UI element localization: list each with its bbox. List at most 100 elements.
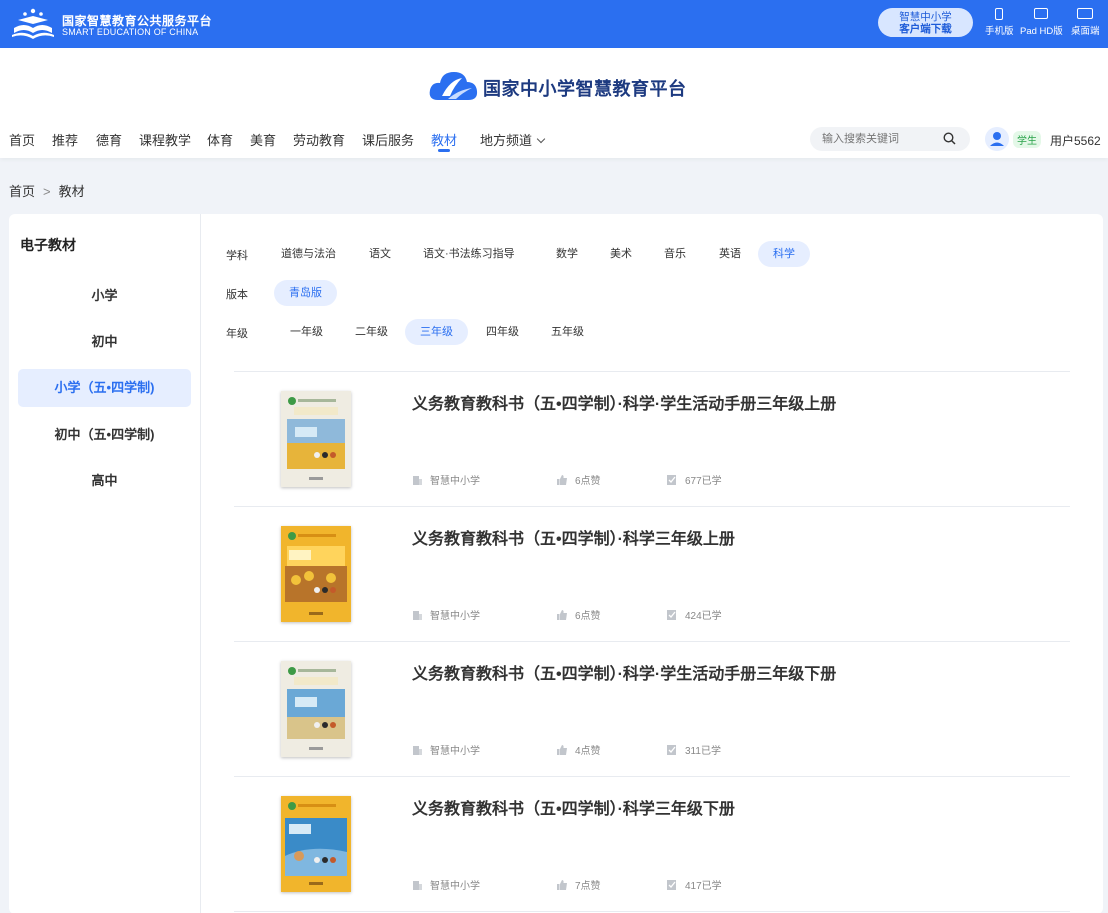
book-likes: 7点赞 bbox=[557, 877, 601, 892]
nav-labor[interactable]: 劳动教育 bbox=[293, 130, 345, 149]
breadcrumb-separator: > bbox=[43, 184, 51, 199]
book-title[interactable]: 义务教育教科书（五•四学制）·科学·学生活动手册三年级上册 bbox=[412, 390, 836, 414]
building-icon bbox=[413, 881, 422, 890]
book-learned: 424已学 bbox=[667, 607, 722, 622]
book-cover[interactable] bbox=[281, 526, 351, 622]
breadcrumb: 首页 > 教材 bbox=[9, 181, 85, 200]
book-source: 智慧中小学 bbox=[412, 742, 480, 757]
book-title[interactable]: 义务教育教科书（五•四学制）·科学三年级下册 bbox=[412, 795, 735, 819]
nav-moral[interactable]: 德育 bbox=[96, 130, 122, 149]
device-phone-label: 手机版 bbox=[985, 26, 1014, 37]
subject-chip[interactable]: 道德与法治 bbox=[266, 241, 351, 267]
book-likes: 6点赞 bbox=[557, 472, 601, 487]
book-learned-label: 311已学 bbox=[685, 746, 721, 757]
nav-local-channel[interactable]: 地方频道 bbox=[480, 130, 546, 149]
client-download-button[interactable]: 智慧中小学 客户端下载 bbox=[878, 8, 973, 37]
nav-local-channel-label: 地方频道 bbox=[480, 133, 533, 148]
textbook-panel: 电子教材 小学 初中 小学（五•四学制) 初中（五•四学制) 高中 学科 道德与… bbox=[9, 214, 1103, 913]
brand-name: 国家中小学智慧教育平台 bbox=[483, 79, 687, 99]
subject-chip[interactable]: 美术 bbox=[595, 241, 647, 267]
book-likes: 4点赞 bbox=[557, 742, 601, 757]
book-learned-label: 417已学 bbox=[685, 881, 722, 892]
user-avatar-icon[interactable] bbox=[985, 127, 1009, 151]
list-divider bbox=[234, 911, 1070, 912]
brand-cloud-icon bbox=[429, 72, 478, 100]
nav-after-school[interactable]: 课后服务 bbox=[362, 130, 414, 149]
sidebar-item-junior[interactable]: 初中 bbox=[18, 323, 191, 361]
nav-course[interactable]: 课程教学 bbox=[139, 130, 191, 149]
subject-chip[interactable]: 英语 bbox=[704, 241, 756, 267]
book-title[interactable]: 义务教育教科书（五•四学制）·科学三年级上册 bbox=[412, 525, 735, 549]
device-desktop-link[interactable]: 桌面端 bbox=[1071, 8, 1100, 37]
book-item[interactable]: 义务教育教科书（五•四学制）·科学三年级下册 智慧中小学 7点赞 417已学 bbox=[234, 776, 1070, 911]
nav-sports[interactable]: 体育 bbox=[207, 130, 233, 149]
sidebar-title: 电子教材 bbox=[20, 237, 76, 253]
book-likes-label: 4点赞 bbox=[575, 746, 601, 757]
download-line2: 客户端下载 bbox=[899, 23, 952, 35]
username[interactable]: 用户5562 bbox=[1050, 132, 1101, 149]
subject-chip-active[interactable]: 科学 bbox=[758, 241, 810, 267]
grade-chip[interactable]: 四年级 bbox=[471, 319, 534, 345]
book-learned: 417已学 bbox=[667, 877, 722, 892]
edition-chip-active[interactable]: 青岛版 bbox=[274, 280, 337, 306]
edition-label: 版本 bbox=[226, 289, 248, 301]
grade-chip[interactable]: 一年级 bbox=[275, 319, 338, 345]
breadcrumb-home[interactable]: 首页 bbox=[9, 184, 35, 199]
breadcrumb-current: 教材 bbox=[58, 184, 85, 199]
sidebar-item-primary[interactable]: 小学 bbox=[18, 277, 191, 315]
nav-home[interactable]: 首页 bbox=[9, 130, 35, 149]
book-source: 智慧中小学 bbox=[412, 607, 480, 622]
nav-textbooks[interactable]: 教材 bbox=[431, 130, 457, 152]
book-source-label: 智慧中小学 bbox=[430, 746, 480, 757]
study-icon bbox=[667, 475, 676, 485]
device-pad-link[interactable]: Pad HD版 bbox=[1020, 8, 1063, 37]
building-icon bbox=[413, 476, 422, 485]
book-likes-label: 6点赞 bbox=[575, 611, 601, 622]
book-source-label: 智慧中小学 bbox=[430, 476, 480, 487]
nav-recommend[interactable]: 推荐 bbox=[52, 130, 78, 149]
role-badge: 学生 bbox=[1013, 131, 1041, 148]
chevron-down-icon bbox=[536, 134, 546, 144]
book-source: 智慧中小学 bbox=[412, 472, 480, 487]
subject-chip[interactable]: 音乐 bbox=[649, 241, 701, 267]
book-likes-label: 7点赞 bbox=[575, 881, 601, 892]
study-icon bbox=[667, 610, 676, 620]
book-likes-label: 6点赞 bbox=[575, 476, 601, 487]
book-cover[interactable] bbox=[281, 661, 351, 757]
book-learned-label: 677已学 bbox=[685, 476, 722, 487]
book-learned: 677已学 bbox=[667, 472, 722, 487]
book-cover[interactable] bbox=[281, 391, 351, 487]
desktop-icon bbox=[1077, 8, 1094, 19]
device-pad-label: Pad HD版 bbox=[1020, 26, 1063, 37]
thumb-up-icon bbox=[557, 610, 567, 620]
platform-logo-icon bbox=[12, 8, 54, 39]
grade-chip[interactable]: 五年级 bbox=[536, 319, 599, 345]
sidebar-item-senior[interactable]: 高中 bbox=[18, 462, 191, 500]
book-cover[interactable] bbox=[281, 796, 351, 892]
subject-chip[interactable]: 数学 bbox=[541, 241, 593, 267]
sidebar-item-junior-54[interactable]: 初中（五•四学制) bbox=[18, 416, 191, 454]
book-learned-label: 424已学 bbox=[685, 611, 722, 622]
subject-chip[interactable]: 语文 bbox=[354, 241, 406, 267]
building-icon bbox=[413, 611, 422, 620]
search-icon[interactable] bbox=[943, 132, 956, 145]
book-learned: 311已学 bbox=[667, 742, 721, 757]
book-item[interactable]: 义务教育教科书（五•四学制）·科学·学生活动手册三年级下册 智慧中小学 4点赞 … bbox=[234, 641, 1070, 776]
sidebar-item-primary-54[interactable]: 小学（五•四学制) bbox=[18, 369, 191, 407]
book-source-label: 智慧中小学 bbox=[430, 881, 480, 892]
book-title[interactable]: 义务教育教科书（五•四学制）·科学·学生活动手册三年级下册 bbox=[412, 660, 836, 684]
top-bar: 国家智慧教育公共服务平台 SMART EDUCATION OF CHINA 智慧… bbox=[0, 0, 1108, 48]
book-source-label: 智慧中小学 bbox=[430, 611, 480, 622]
grade-chip-active[interactable]: 三年级 bbox=[405, 319, 468, 345]
grade-chip[interactable]: 二年级 bbox=[340, 319, 403, 345]
thumb-up-icon bbox=[557, 475, 567, 485]
book-likes: 6点赞 bbox=[557, 607, 601, 622]
book-item[interactable]: 义务教育教科书（五•四学制）·科学三年级上册 智慧中小学 6点赞 424已学 bbox=[234, 506, 1070, 641]
subject-chip[interactable]: 语文·书法练习指导 bbox=[408, 241, 530, 267]
study-icon bbox=[667, 880, 676, 890]
device-phone-link[interactable]: 手机版 bbox=[985, 8, 1014, 37]
nav-arts[interactable]: 美育 bbox=[250, 130, 276, 149]
download-line1: 智慧中小学 bbox=[899, 11, 952, 23]
book-item[interactable]: 义务教育教科书（五•四学制）·科学·学生活动手册三年级上册 智慧中小学 6点赞 … bbox=[234, 371, 1070, 506]
subject-label: 学科 bbox=[226, 250, 248, 262]
